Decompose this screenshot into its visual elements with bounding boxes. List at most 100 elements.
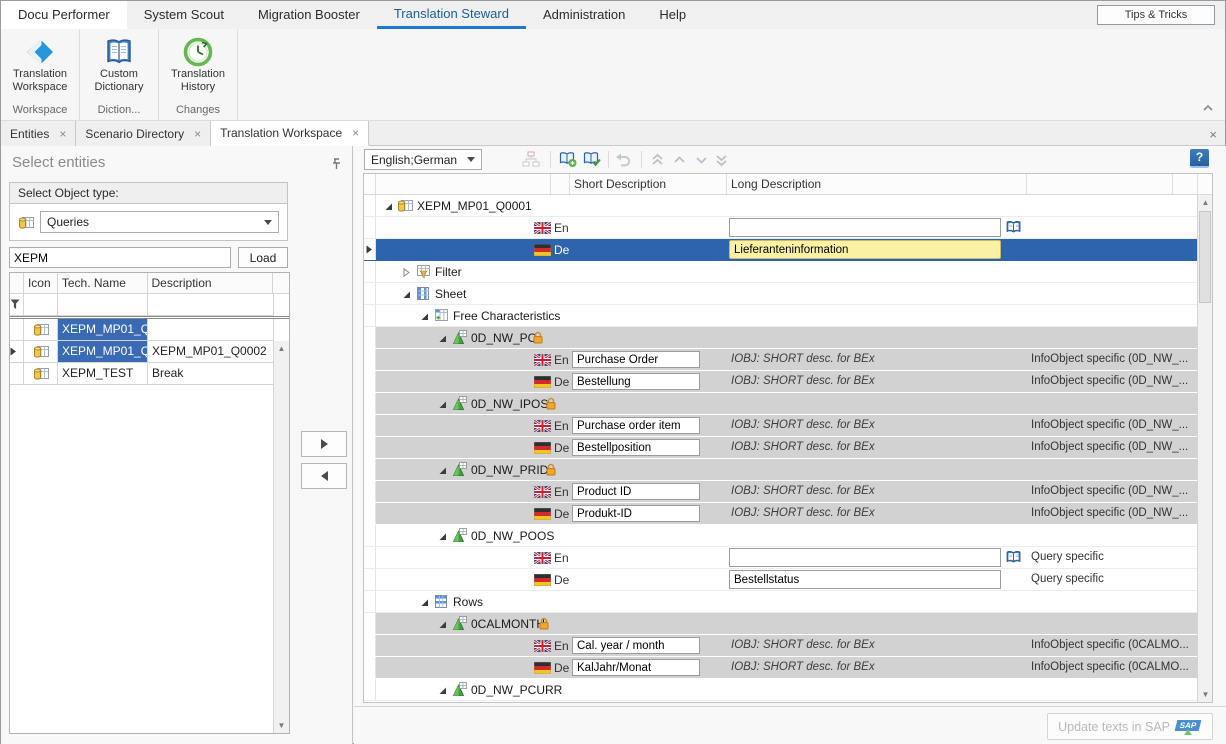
entity-table-scrollbar[interactable]: ▲▼ — [273, 341, 289, 733]
undo-icon[interactable] — [613, 150, 633, 169]
object-type-dropdown[interactable]: Queries — [40, 211, 279, 233]
long-description-input[interactable] — [729, 240, 1001, 259]
short-description-input[interactable] — [572, 483, 700, 500]
table-row[interactable]: XEPM_MP01_Q...XEPM_MP01_Q0002 — [10, 341, 289, 363]
tree-node-0calmonth[interactable]: 0CALMONTH — [364, 613, 1198, 635]
tab-translation-workspace[interactable]: Translation Workspace× — [211, 121, 369, 146]
expander-icon[interactable] — [438, 400, 447, 409]
tree-lang-row-en[interactable]: EnQuery specific — [364, 547, 1198, 569]
tips-and-tricks-button[interactable]: Tips & Tricks — [1097, 5, 1215, 25]
tree-lang-row-de[interactable]: De — [364, 239, 1198, 261]
move-first-icon[interactable] — [647, 150, 667, 169]
ribbon-button-custom-dictionary[interactable]: CustomDictionary — [84, 33, 154, 94]
short-description-input[interactable] — [572, 505, 700, 522]
short-description-input[interactable] — [572, 637, 700, 654]
menu-item-system-scout[interactable]: System Scout — [127, 1, 241, 29]
tree-lang-row-en[interactable]: EnIOBJ: SHORT desc. for BExInfoObject sp… — [364, 635, 1198, 657]
table-row[interactable]: XEPM_MP01_Q... — [10, 319, 289, 341]
menu-item-help[interactable]: Help — [642, 1, 703, 29]
filter-cell[interactable] — [148, 294, 274, 316]
tree-lang-row-de[interactable]: DeQuery specific — [364, 569, 1198, 591]
move-right-button[interactable] — [301, 431, 347, 457]
help-icon[interactable]: ? — [1190, 149, 1209, 168]
short-description-input[interactable] — [572, 417, 700, 434]
move-left-button[interactable] — [301, 463, 347, 489]
tree-node-free-characteristics[interactable]: Free Characteristics — [364, 305, 1198, 327]
tab-close-icon[interactable]: × — [59, 129, 66, 139]
tech-name-cell[interactable]: XEPM_MP01_Q... — [58, 341, 148, 363]
long-description-input[interactable] — [729, 218, 1001, 237]
scrollbar-thumb[interactable] — [1199, 211, 1211, 303]
description-cell[interactable]: XEPM_MP01_Q0002 — [148, 341, 274, 363]
apply-dictionary-icon[interactable] — [582, 150, 602, 169]
dictionary-lookup-icon[interactable] — [1005, 219, 1023, 236]
expander-icon[interactable] — [438, 620, 447, 629]
column-header-icon[interactable]: Icon — [24, 273, 58, 294]
tree-node-sheet[interactable]: Sheet — [364, 283, 1198, 305]
filter-cell[interactable] — [58, 294, 148, 316]
ribbon-button-translation-history[interactable]: TranslationHistory — [163, 33, 233, 94]
long-description-input[interactable] — [729, 570, 1001, 589]
move-last-icon[interactable] — [711, 150, 731, 169]
entity-search-input[interactable] — [9, 247, 231, 268]
dictionary-lookup-icon[interactable] — [1005, 549, 1023, 566]
table-row[interactable]: XEPM_TESTBreak — [10, 363, 289, 385]
column-header-long-description[interactable]: Long Description — [727, 174, 1027, 194]
expander-icon[interactable] — [438, 334, 447, 343]
tabbar-close-icon[interactable]: × — [1209, 127, 1217, 142]
menu-item-migration-booster[interactable]: Migration Booster — [241, 1, 377, 29]
tree-lang-row-en[interactable]: En — [364, 217, 1198, 239]
update-texts-in-sap-button[interactable]: Update texts in SAP SAP — [1047, 713, 1213, 740]
tree-node-rows[interactable]: Rows — [364, 591, 1198, 613]
tree-lang-row-en[interactable]: EnIOBJ: SHORT desc. for BExInfoObject sp… — [364, 349, 1198, 371]
description-cell[interactable]: Break — [148, 363, 274, 385]
tech-name-cell[interactable]: XEPM_MP01_Q... — [58, 319, 148, 341]
expander-icon[interactable] — [402, 290, 411, 299]
tree-lang-row-en[interactable]: EnIOBJ: SHORT desc. for BExInfoObject sp… — [364, 415, 1198, 437]
expander-icon[interactable] — [420, 312, 429, 321]
tree-node-xepm-mp01-q0001[interactable]: XEPM_MP01_Q0001 — [364, 195, 1198, 217]
menu-item-administration[interactable]: Administration — [526, 1, 642, 29]
expander-icon[interactable] — [438, 686, 447, 695]
tab-close-icon[interactable]: × — [194, 129, 201, 139]
tab-scenario-directory[interactable]: Scenario Directory× — [76, 121, 211, 146]
long-description-input[interactable] — [729, 548, 1001, 567]
expander-icon[interactable] — [438, 466, 447, 475]
short-description-input[interactable] — [572, 351, 700, 368]
tree-node-0d-nw-poos[interactable]: 0D_NW_POOS — [364, 525, 1198, 547]
expander-icon[interactable] — [420, 598, 429, 607]
hierarchy-view-icon[interactable] — [521, 150, 541, 169]
short-description-input[interactable] — [572, 373, 700, 390]
filter-cell[interactable] — [24, 294, 58, 316]
tree-lang-row-de[interactable]: DeIOBJ: SHORT desc. for BExInfoObject sp… — [364, 503, 1198, 525]
short-description-input[interactable] — [572, 439, 700, 456]
tree-node-0d-nw-po[interactable]: 0D_NW_PO — [364, 327, 1198, 349]
tree-scrollbar[interactable]: ▲ ▼ — [1197, 195, 1212, 702]
move-up-icon[interactable] — [669, 150, 689, 169]
tech-name-cell[interactable]: XEPM_TEST — [58, 363, 148, 385]
pin-icon[interactable] — [331, 158, 342, 171]
column-header-tech-name[interactable]: Tech. Name — [58, 273, 148, 294]
tree-lang-row-de[interactable]: DeIOBJ: SHORT desc. for BExInfoObject sp… — [364, 657, 1198, 679]
menu-item-docu-performer[interactable]: Docu Performer — [1, 1, 127, 29]
add-to-dictionary-icon[interactable] — [558, 150, 578, 169]
ribbon-collapse-icon[interactable] — [1201, 102, 1217, 116]
expander-icon[interactable] — [438, 532, 447, 541]
tree-lang-row-de[interactable]: DeIOBJ: SHORT desc. for BExInfoObject sp… — [364, 371, 1198, 393]
tree-node-0d-nw-pcurr[interactable]: 0D_NW_PCURR — [364, 679, 1198, 701]
tab-entities[interactable]: Entities× — [1, 121, 76, 146]
scroll-up-icon[interactable]: ▲ — [275, 342, 288, 355]
scroll-down-icon[interactable]: ▼ — [1199, 688, 1212, 701]
language-selector[interactable]: English;German — [364, 149, 482, 170]
move-down-icon[interactable] — [691, 150, 711, 169]
menu-item-translation-steward[interactable]: Translation Steward — [377, 1, 526, 29]
expander-icon[interactable] — [402, 268, 411, 277]
tree-lang-row-de[interactable]: DeIOBJ: SHORT desc. for BExInfoObject sp… — [364, 437, 1198, 459]
scroll-up-icon[interactable]: ▲ — [1199, 196, 1212, 209]
scroll-down-icon[interactable]: ▼ — [275, 719, 288, 732]
ribbon-button-translation-workspace[interactable]: TranslationWorkspace — [5, 33, 75, 94]
load-button[interactable]: Load — [238, 247, 288, 268]
description-cell[interactable] — [148, 319, 274, 341]
tree-node-0d-nw-ipos[interactable]: 0D_NW_IPOS — [364, 393, 1198, 415]
tree-node-0d-nw-prid[interactable]: 0D_NW_PRID — [364, 459, 1198, 481]
